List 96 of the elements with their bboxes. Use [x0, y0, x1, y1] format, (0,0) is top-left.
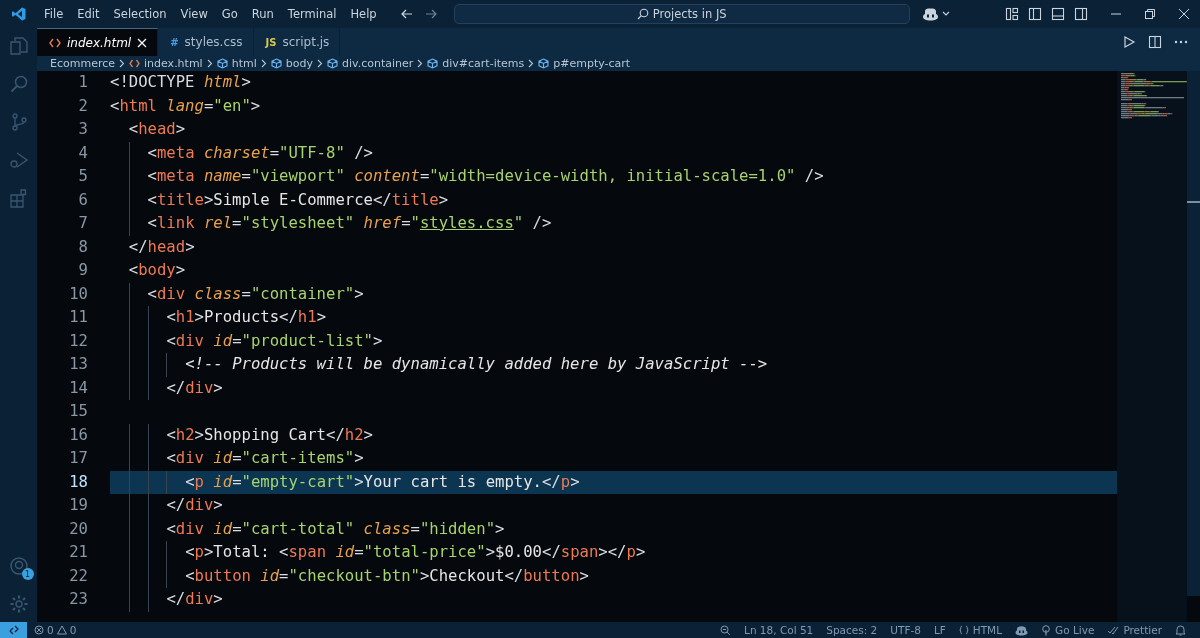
chevron-down-icon[interactable] — [941, 11, 950, 17]
line-number: 21 — [69, 542, 88, 563]
notification-badge: 1 — [21, 568, 34, 580]
close-icon[interactable] — [1178, 8, 1190, 20]
toggle-sidebar-icon[interactable] — [1028, 7, 1042, 21]
menu-item[interactable]: Go — [214, 7, 245, 21]
line-number: 1 — [78, 72, 88, 93]
html-file-icon — [49, 37, 61, 48]
code-line: <body> — [127, 260, 187, 281]
line-number: 6 — [78, 189, 88, 211]
vscode-logo-icon[interactable] — [11, 6, 27, 22]
menu-item[interactable]: Edit — [70, 7, 107, 21]
line-number: 4 — [78, 142, 88, 164]
remote-button[interactable] — [0, 622, 27, 638]
menu-item[interactable]: Help — [343, 7, 384, 21]
go-live-button[interactable]: Go Live — [1041, 624, 1095, 636]
run-icon[interactable] — [1122, 35, 1136, 49]
back-arrow-icon[interactable] — [399, 7, 414, 21]
menu-item[interactable]: View — [173, 7, 215, 21]
code-line: <head> — [127, 119, 187, 140]
line-number: 16 — [69, 424, 88, 446]
chevron-right-icon — [528, 59, 535, 68]
menu-item[interactable]: Selection — [106, 7, 174, 21]
language-mode-button[interactable]: HTML — [958, 624, 1003, 636]
element-icon — [427, 58, 439, 69]
accounts-icon[interactable] — [8, 556, 29, 576]
editor-tab[interactable]: index.html — [37, 28, 159, 56]
restore-icon[interactable] — [1144, 8, 1156, 20]
element-icon — [326, 58, 338, 69]
chevron-right-icon — [119, 59, 126, 68]
chevron-right-icon — [417, 59, 424, 68]
status-item[interactable]: Ln 18, Col 51 — [744, 624, 814, 636]
error-icon — [34, 625, 44, 635]
breadcrumb-item[interactable]: index.html — [144, 57, 203, 70]
element-icon — [270, 58, 282, 69]
line-number: 2 — [78, 95, 88, 117]
search-icon — [636, 8, 649, 20]
forward-arrow-icon[interactable] — [423, 7, 438, 21]
css-file-icon: # — [170, 36, 179, 48]
copilot-icon[interactable] — [1015, 624, 1029, 636]
more-actions-icon[interactable] — [1174, 40, 1188, 44]
status-item[interactable]: UTF-8 — [890, 624, 921, 636]
js-file-icon: JS — [265, 36, 277, 48]
breadcrumb-item[interactable]: div.container — [341, 57, 414, 70]
line-number: 15 — [69, 401, 88, 422]
zoom-icon[interactable] — [720, 624, 732, 636]
status-item[interactable]: LF — [933, 624, 946, 636]
line-number: 19 — [69, 495, 88, 516]
chevron-right-icon — [260, 59, 267, 68]
line-number: 22 — [69, 565, 88, 587]
line-number: 10 — [69, 283, 88, 305]
split-editor-icon[interactable] — [1148, 35, 1162, 49]
command-search-field[interactable]: Projects in JS — [453, 4, 910, 24]
breadcrumb-item[interactable]: div#cart-items — [442, 57, 525, 70]
code-line: <!DOCTYPE html> — [110, 72, 252, 93]
menu-item[interactable]: File — [37, 7, 71, 21]
line-number: 14 — [69, 377, 88, 399]
breadcrumb-item[interactable]: Ecommerce — [50, 57, 116, 70]
problems-button[interactable]: 0 0 — [34, 624, 77, 636]
prettier-button[interactable]: Prettier — [1107, 624, 1162, 636]
line-number: 13 — [69, 354, 88, 375]
menu-item[interactable]: Terminal — [280, 7, 344, 21]
line-number: 9 — [78, 260, 88, 281]
line-number: 11 — [69, 307, 88, 328]
element-icon — [216, 58, 228, 69]
line-number: 17 — [69, 448, 88, 469]
scrollbar[interactable] — [1187, 71, 1200, 596]
toggle-secondary-sidebar-icon[interactable] — [1074, 7, 1088, 21]
chevron-right-icon — [316, 59, 323, 68]
line-number: 8 — [78, 236, 88, 258]
line-number: 18 — [69, 471, 88, 493]
status-item[interactable]: Spaces: 2 — [826, 624, 878, 636]
breadcrumb-item[interactable]: html — [231, 57, 257, 70]
menu-item[interactable]: Run — [244, 7, 281, 21]
element-icon — [538, 58, 550, 69]
breadcrumb-item[interactable]: body — [285, 57, 313, 70]
broadcast-icon — [1041, 624, 1052, 636]
braces-icon — [958, 625, 969, 635]
double-check-icon — [1107, 625, 1120, 635]
remote-icon — [8, 625, 19, 635]
line-number: 5 — [78, 166, 88, 187]
bell-icon[interactable] — [1175, 624, 1186, 636]
line-number: 12 — [69, 330, 88, 352]
line-number: 23 — [69, 589, 88, 610]
layout-customize-icon[interactable] — [1005, 7, 1019, 21]
html-file-icon — [129, 59, 141, 68]
line-number: 3 — [78, 119, 88, 140]
breadcrumb-item[interactable]: p#empty-cart — [553, 57, 631, 70]
warning-icon — [56, 625, 67, 635]
chevron-right-icon — [206, 59, 213, 68]
line-number: 20 — [69, 518, 88, 540]
code-line: </head> — [127, 236, 196, 258]
line-number: 7 — [78, 213, 88, 234]
code-line: <html lang="en"> — [110, 95, 262, 117]
toggle-panel-icon[interactable] — [1051, 7, 1065, 21]
copilot-icon[interactable] — [921, 7, 939, 21]
